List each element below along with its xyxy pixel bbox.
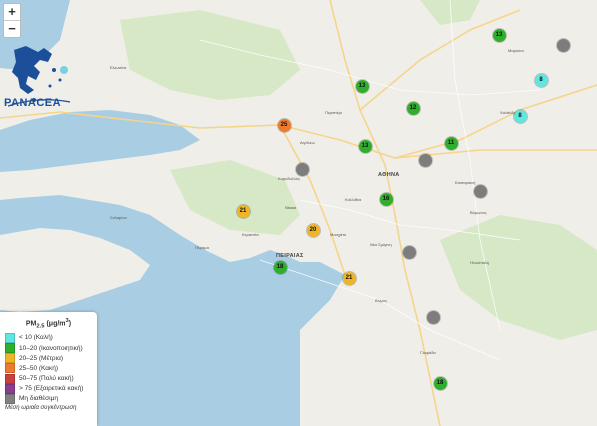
map[interactable]: + − PANACEA ΑΘΗΝΑ ΠΕΙΡΑΙΑΣ Κορυδαλλός Κερατ…	[0, 0, 597, 426]
legend-label: Μη διαθέσιμη	[19, 395, 58, 403]
legend-title-sub: 2.5	[36, 323, 45, 330]
legend-rows: < 10 (Καλή) 10–20 (Ικανοποιητική) 20–25 (Μ…	[0, 332, 97, 404]
station-marker-s18[interactable]: 21	[342, 271, 356, 285]
station-marker-s8[interactable]: 13	[358, 139, 372, 153]
legend-row: > 75 (Εξαιρετικά κακή)	[0, 383, 97, 394]
place-label-aigaleo: Αιγάλεω	[300, 140, 315, 145]
legend-row: Μη διαθέσιμη	[0, 393, 97, 404]
place-label-athina: ΑΘΗΝΑ	[378, 172, 400, 178]
place-label-korydallos: Κορυδαλλός	[278, 176, 300, 181]
legend-label: 25–50 (Κακή)	[19, 364, 59, 372]
station-marker-s6[interactable]: 12	[406, 101, 420, 115]
legend-swatch	[5, 332, 15, 343]
place-label-vyronas: Βύρωνας	[470, 210, 487, 215]
station-marker-s11[interactable]	[295, 162, 309, 176]
legend-label: 10–20 (Ικανοποιητική)	[19, 344, 83, 352]
place-label-salamina: Σαλαμίνα	[110, 215, 127, 220]
station-marker-s12[interactable]	[473, 184, 487, 198]
legend-row: 50–75 (Πολύ κακή)	[0, 373, 97, 384]
station-marker-s15[interactable]: 20	[306, 223, 320, 237]
zoom-control: + −	[3, 3, 21, 38]
legend-swatch	[5, 373, 15, 384]
legend-title-pm: PM	[25, 320, 37, 328]
station-marker-s1[interactable]: 13	[492, 28, 506, 42]
place-label-elefsina: Ελευσίνα	[110, 65, 127, 70]
place-label-ilioupoli: Ηλιούπολη	[470, 260, 490, 265]
zoom-out-button[interactable]: −	[4, 20, 20, 37]
legend-label: > 75 (Εξαιρετικά κακή)	[19, 385, 84, 393]
legend-row: 25–50 (Κακή)	[0, 363, 97, 374]
station-marker-s16[interactable]	[402, 245, 416, 259]
place-label-moschato: Μοσχάτο	[330, 232, 347, 237]
place-label-nikaia: Νίκαια	[285, 205, 297, 210]
place-label-alimos: Άλιμος	[375, 298, 388, 303]
place-label-perama: Πέραμα	[195, 245, 209, 250]
legend-row: < 10 (Καλή)	[0, 332, 97, 343]
station-marker-s4[interactable]: 8	[513, 109, 527, 123]
legend-row: 10–20 (Ικανοποιητική)	[0, 343, 97, 353]
legend-swatch	[5, 383, 15, 394]
station-marker-s20[interactable]: 18	[433, 376, 447, 390]
legend-label: 50–75 (Πολύ κακή)	[19, 375, 74, 383]
legend-title-close: )	[68, 320, 72, 328]
place-label-neasmyrni: Νέα Σμύρνη	[370, 242, 392, 247]
station-marker-s2[interactable]	[556, 38, 570, 52]
legend-swatch	[5, 343, 15, 353]
legend-swatch	[5, 393, 15, 404]
legend-title: PM2.5 (μg/m3)	[0, 318, 97, 330]
station-marker-s9[interactable]: 11	[444, 136, 458, 150]
legend-row: 20–25 (Μέτρια)	[0, 353, 97, 364]
station-marker-s19[interactable]	[426, 310, 440, 324]
legend-label: < 10 (Καλή)	[19, 334, 53, 342]
legend-swatch	[5, 363, 15, 374]
station-marker-s7[interactable]: 25	[277, 118, 291, 132]
legend-title-unit: (μg/m	[46, 320, 66, 328]
zoom-in-button[interactable]: +	[4, 4, 20, 20]
place-label-marousi: Μαρούσι	[508, 48, 524, 53]
place-label-keratsini: Κερατσίνι	[242, 232, 259, 237]
station-marker-s14[interactable]: 21	[236, 204, 250, 218]
station-marker-s13[interactable]: 16	[379, 192, 393, 206]
pm25-legend: PM2.5 (μg/m3) < 10 (Καλή) 10–20 (Ικανοποι…	[0, 312, 97, 426]
place-label-kallithea: Καλλιθέα	[345, 197, 362, 202]
place-label-peristeri: Περιστέρι	[325, 110, 342, 115]
panacea-logo-text: PANACEA	[4, 97, 62, 109]
legend-label: 20–25 (Μέτρια)	[19, 354, 63, 362]
legend-swatch	[5, 353, 15, 364]
place-label-kaisariani: Καισαριανή	[455, 180, 476, 185]
station-marker-s17[interactable]: 18	[273, 260, 287, 274]
station-marker-s10[interactable]	[418, 153, 432, 167]
place-label-glyfada: Γλυφάδα	[420, 350, 436, 355]
legend-footer: Μέση ωριαία συγκέντρωση	[5, 405, 77, 412]
station-marker-s3[interactable]: 8	[534, 73, 548, 87]
place-label-peiraias: ΠΕΙΡΑΙΑΣ	[276, 253, 304, 259]
station-marker-s5[interactable]: 13	[355, 79, 369, 93]
